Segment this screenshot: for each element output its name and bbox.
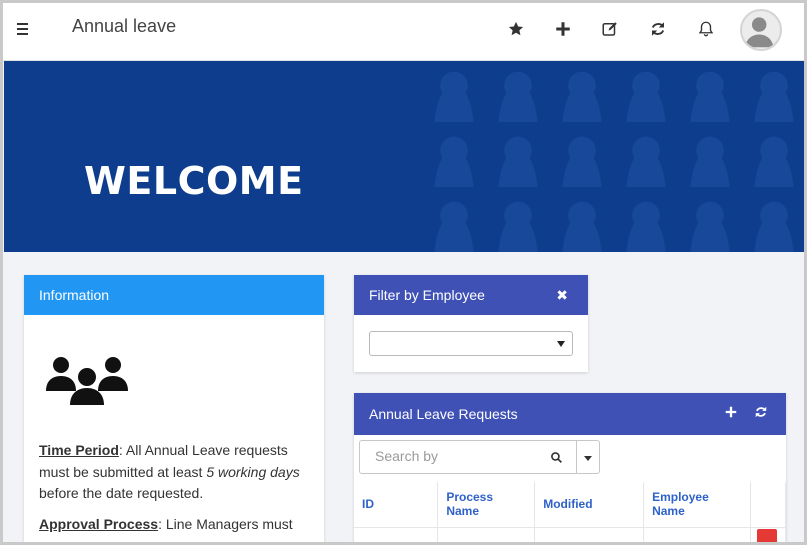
welcome-heading: WELCOME (84, 159, 304, 203)
people-photo-grid (424, 61, 804, 252)
column-header-actions (750, 482, 786, 528)
top-bar: Annual leave (3, 3, 804, 61)
search-options-dropdown[interactable] (576, 440, 600, 474)
search-field (359, 440, 577, 474)
refresh-icon[interactable] (646, 17, 670, 41)
information-panel-title: Information (24, 275, 324, 315)
table-cell-process-name (437, 527, 536, 542)
requests-panel-header: Annual Leave Requests (354, 393, 786, 435)
annual-leave-requests-panel: Annual Leave Requests ID Process Name Mo… (354, 393, 786, 542)
column-header-id[interactable]: ID (354, 482, 439, 528)
people-group-icon (44, 351, 130, 412)
time-period-term: Time Period (39, 442, 119, 458)
column-header-process-name[interactable]: Process Name (437, 482, 536, 528)
table-row[interactable] (354, 527, 786, 542)
column-header-employee-name[interactable]: Employee Name (643, 482, 751, 528)
plus-icon[interactable] (724, 405, 738, 422)
edit-icon[interactable] (598, 17, 622, 41)
star-icon[interactable] (504, 17, 528, 41)
refresh-icon[interactable] (754, 405, 768, 422)
table-cell-modified (534, 527, 645, 542)
approval-process-paragraph: Approval Process: Line Managers must (39, 514, 314, 536)
close-icon[interactable]: ✖ (556, 287, 568, 304)
column-header-modified[interactable]: Modified (534, 482, 645, 528)
page-title: Annual leave (72, 16, 177, 36)
information-panel: Information Time Period: All Annual Leav… (24, 275, 324, 542)
approval-process-text: : Line Managers must (158, 515, 293, 532)
filter-panel-title: Filter by Employee (369, 287, 485, 303)
table-cell-id[interactable] (354, 527, 439, 542)
working-days-emphasis: 5 working days (206, 463, 300, 480)
search-input[interactable] (375, 441, 535, 471)
table-header-row: ID Process Name Modified Employee Name (354, 482, 786, 528)
filter-by-employee-panel: Filter by Employee ✖ (354, 275, 588, 372)
filter-panel-header: Filter by Employee ✖ (354, 275, 588, 315)
requests-table: ID Process Name Modified Employee Name (354, 482, 786, 542)
menu-icon[interactable] (17, 19, 33, 39)
table-cell-employee-name (643, 527, 751, 542)
bell-icon[interactable] (694, 17, 718, 41)
search-icon[interactable] (550, 451, 563, 469)
requests-panel-title: Annual Leave Requests (369, 406, 518, 422)
approval-process-term: Approval Process (39, 515, 159, 532)
table-cell-actions (750, 527, 786, 542)
avatar[interactable] (740, 9, 782, 51)
welcome-banner: WELCOME (4, 61, 804, 252)
app-window: Annual leave WELCOME Information Time Pe… (3, 3, 804, 542)
information-text: Time Period: All Annual Leave requests m… (39, 440, 314, 542)
chevron-down-icon (557, 341, 565, 347)
chevron-down-icon (584, 456, 592, 461)
plus-icon[interactable] (551, 17, 575, 41)
delete-button[interactable] (756, 528, 777, 542)
time-period-text-end: before the date requested. (39, 485, 204, 501)
time-period-paragraph: Time Period: All Annual Leave requests m… (39, 440, 314, 505)
employee-select[interactable] (369, 331, 573, 356)
